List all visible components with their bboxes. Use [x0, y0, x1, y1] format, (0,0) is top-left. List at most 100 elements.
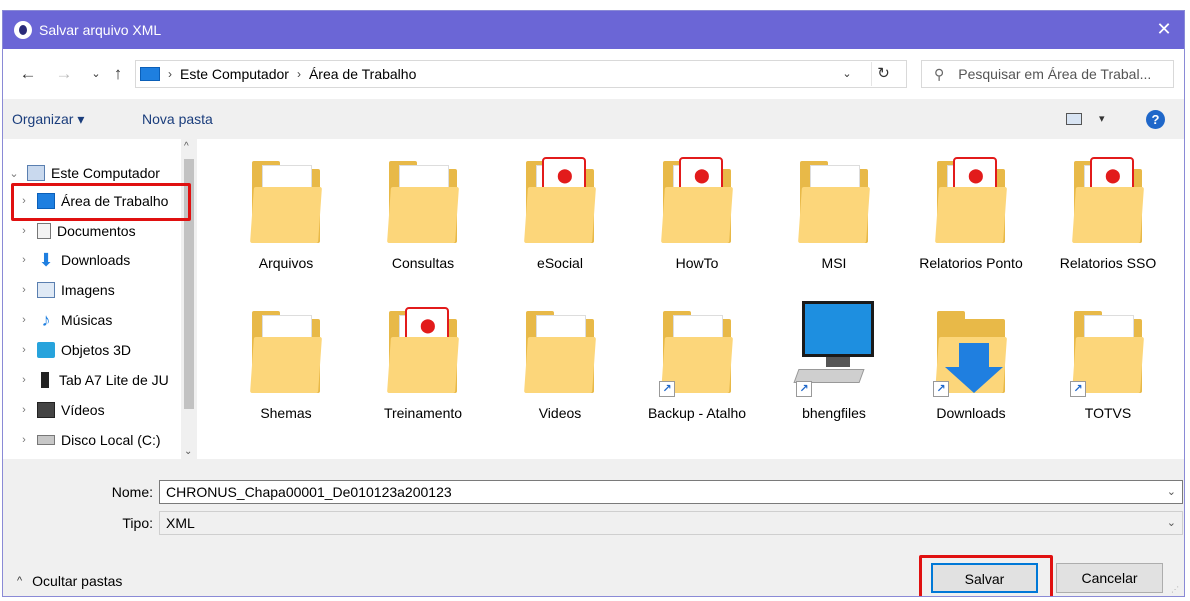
address-bar[interactable]: › Este Computador › Área de Trabalho [135, 60, 907, 88]
recent-locations-chevron-icon[interactable]: ⌄ [85, 63, 107, 85]
folder-icon: PDF [1068, 147, 1148, 247]
file-item[interactable]: PDF eSocial [495, 139, 625, 289]
nav-item-downloads[interactable]: › ⬇ Downloads [17, 246, 195, 274]
chevron-right-icon[interactable]: › [17, 284, 31, 296]
downloads-folder-icon: ↗ [931, 297, 1011, 397]
file-item-label: Treinamento [383, 405, 463, 421]
search-icon: ⚲ [934, 65, 945, 82]
breadcrumb-este-computador[interactable]: Este Computador [180, 66, 289, 82]
scroll-up-icon[interactable]: ^ [184, 141, 189, 152]
chevron-right-icon[interactable]: › [17, 434, 31, 446]
file-item-label: Arquivos [258, 255, 314, 271]
file-item[interactable]: Treinamento [358, 289, 488, 439]
file-item-label: HowTo [675, 255, 719, 271]
chevron-right-icon[interactable]: › [297, 67, 301, 81]
hide-folders-label: Ocultar pastas [32, 573, 123, 589]
chevron-down-icon[interactable]: ⌄ [1167, 512, 1176, 534]
file-item-label: Videos [538, 405, 582, 421]
nav-item-label: Músicas [61, 312, 113, 328]
chevron-right-icon[interactable]: › [17, 314, 31, 326]
nav-item-label: Vídeos [61, 402, 105, 418]
nav-item-label: Documentos [57, 223, 136, 239]
chevron-right-icon[interactable]: › [17, 374, 31, 386]
chevron-right-icon[interactable]: › [17, 254, 31, 266]
title-bar: Salvar arquivo XML ✕ [3, 11, 1184, 49]
documents-icon [37, 223, 51, 239]
address-row: ← → ⌄ ↑ › Este Computador › Área de Trab… [3, 49, 1184, 99]
expand-chevron-icon[interactable]: ⌄ [7, 167, 21, 180]
nav-item-label: Este Computador [51, 165, 160, 181]
nav-item-musicas[interactable]: › ♪ Músicas [17, 306, 195, 334]
nav-item-videos[interactable]: › Vídeos [17, 396, 195, 424]
save-dialog: Salvar arquivo XML ✕ ← → ⌄ ↑ › Este Comp… [2, 10, 1185, 597]
scroll-down-icon[interactable]: ⌄ [184, 446, 192, 457]
file-item-label: bhengfiles [802, 405, 866, 421]
breadcrumb-area-de-trabalho[interactable]: Área de Trabalho [309, 66, 416, 82]
close-button[interactable]: ✕ [1154, 19, 1174, 39]
file-item[interactable]: MSI [769, 139, 899, 289]
nav-item-objetos-3d[interactable]: › Objetos 3D [17, 336, 195, 364]
chevron-right-icon[interactable]: › [168, 67, 172, 81]
file-item[interactable]: ↗ TOTVS [1043, 289, 1173, 439]
file-item-label: TOTVS [1084, 405, 1132, 421]
navigation-pane: ⌄ Este Computador › Área de Trabalho › D… [3, 139, 197, 459]
help-icon[interactable]: ? [1146, 110, 1165, 129]
drive-icon [37, 435, 55, 445]
view-options-icon[interactable] [1066, 113, 1082, 125]
file-item[interactable]: ↗ Backup - Atalho [632, 289, 762, 439]
forward-arrow-icon[interactable]: → [53, 63, 75, 85]
search-input[interactable]: ⚲ Pesquisar em Área de Trabal... [921, 60, 1174, 88]
new-folder-button[interactable]: Nova pasta [142, 111, 213, 127]
file-item-label: Shemas [260, 405, 312, 421]
file-item[interactable]: PDF Relatorios Ponto [906, 139, 1036, 289]
phone-icon [41, 372, 49, 388]
view-dropdown-chevron-icon[interactable]: ▾ [1099, 112, 1105, 125]
file-item[interactable]: Shemas [221, 289, 351, 439]
save-form: Nome: CHRONUS_Chapa00001_De010123a200123… [3, 459, 1184, 596]
window-title: Salvar arquivo XML [39, 22, 162, 38]
back-arrow-icon[interactable]: ← [17, 63, 39, 85]
folder-icon [794, 147, 874, 247]
up-arrow-icon[interactable]: ↑ [107, 63, 129, 85]
file-item-label: Consultas [391, 255, 455, 271]
nav-item-imagens[interactable]: › Imagens [17, 276, 195, 304]
computer-icon [27, 165, 45, 181]
chevron-right-icon[interactable]: › [17, 225, 31, 237]
folder-icon: PDF [657, 147, 737, 247]
resize-grip-icon[interactable]: ⋰ [1171, 585, 1181, 595]
highlight-annotation [11, 183, 191, 221]
file-item[interactable]: Consultas [358, 139, 488, 289]
chevron-right-icon[interactable]: › [17, 344, 31, 356]
file-item[interactable]: ↗ Downloads [906, 289, 1036, 439]
nav-item-tab-a7[interactable]: › Tab A7 Lite de JU [17, 366, 195, 394]
file-item[interactable]: Videos [495, 289, 625, 439]
video-icon [37, 402, 55, 418]
nav-item-label: Objetos 3D [61, 342, 132, 358]
file-item-label: Backup - Atalho [647, 405, 747, 421]
cancel-button[interactable]: Cancelar [1056, 563, 1163, 593]
folder-icon [246, 147, 326, 247]
highlight-annotation [919, 555, 1053, 596]
hide-folders-button[interactable]: ^ Ocultar pastas [17, 573, 122, 589]
file-name-input[interactable]: CHRONUS_Chapa00001_De010123a200123 ⌄ [159, 480, 1183, 504]
folder-icon: ↗ [1068, 297, 1148, 397]
file-item-label: Relatorios Ponto [919, 255, 1023, 271]
address-dropdown-chevron-icon[interactable]: ⌄ [837, 62, 857, 86]
chevron-down-icon[interactable]: ⌄ [1167, 481, 1176, 503]
file-type-select[interactable]: XML ⌄ [159, 511, 1183, 535]
folder-icon [520, 297, 600, 397]
folder-icon: PDF [931, 147, 1011, 247]
file-item[interactable]: Arquivos [221, 139, 351, 289]
download-icon: ⬇ [38, 250, 54, 270]
file-item[interactable]: ↗ bhengfiles [769, 289, 899, 439]
type-label: Tipo: [122, 515, 153, 531]
nav-item-documentos[interactable]: › Documentos [17, 217, 195, 245]
file-item[interactable]: PDF Relatorios SSO [1043, 139, 1173, 289]
chevron-right-icon[interactable]: › [17, 404, 31, 416]
music-icon: ♪ [41, 310, 51, 330]
folder-icon [246, 297, 326, 397]
nav-item-disco-local[interactable]: › Disco Local (C:) [17, 426, 195, 454]
file-item[interactable]: PDF HowTo [632, 139, 762, 289]
organize-button[interactable]: Organizar ▾ [12, 111, 84, 128]
refresh-icon[interactable]: ↻ [871, 62, 895, 86]
